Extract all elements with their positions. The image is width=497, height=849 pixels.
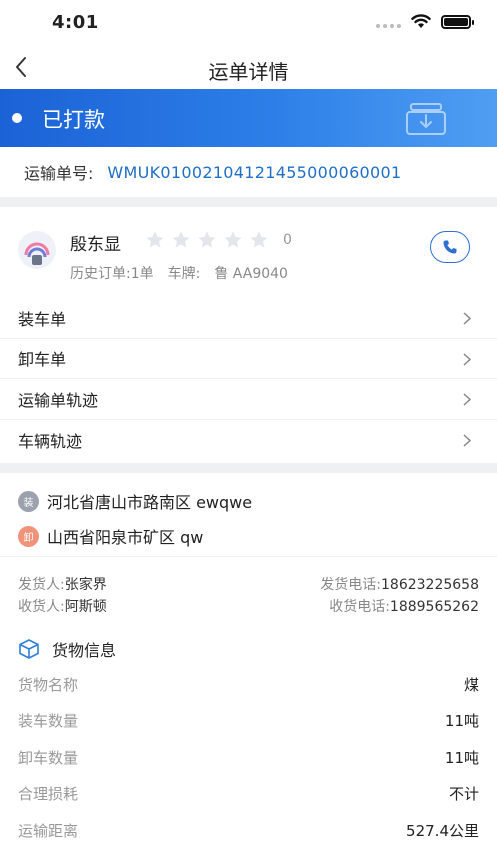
shipper-name: 张家界 — [64, 577, 107, 593]
driver-card: 殷东显 0 历史订单:1单 车牌: 鲁 AA9040 — [0, 219, 497, 289]
goods-row: 卸车数量 11吨 — [0, 739, 497, 776]
goods-key: 运输距离 — [18, 821, 79, 840]
star-icon — [146, 231, 164, 248]
goods-key: 货物名称 — [18, 675, 79, 694]
driver-name: 殷东显 — [70, 235, 121, 255]
load-address-text: 河北省唐山市路南区 ewqwe — [47, 493, 253, 512]
status-text: 已打款 — [42, 108, 105, 132]
waybill-label: 运输单号: — [24, 164, 94, 183]
goods-value: 11吨 — [444, 748, 479, 767]
goods-row: 合理损耗 不计 — [0, 776, 497, 813]
link-loading-sheet[interactable]: 装车单 — [0, 298, 497, 339]
history-orders: 历史订单:1单 — [70, 266, 154, 282]
shipper-phone: 18623225658 — [381, 577, 479, 593]
chevron-right-icon — [463, 433, 471, 447]
chevron-right-icon — [463, 352, 471, 366]
star-icon — [172, 231, 190, 248]
link-vehicle-track[interactable]: 车辆轨迹 — [0, 420, 497, 461]
rating-stars — [145, 230, 269, 250]
goods-row: 货物名称 煤 — [0, 666, 497, 703]
plate-number: 鲁 AA9040 — [214, 266, 288, 282]
unload-address: 卸 山西省阳泉市矿区 qw — [0, 517, 497, 555]
battery-icon — [441, 14, 474, 29]
receiver-row: 收货人:阿斯顿 收货电话:1889565262 — [18, 596, 479, 616]
star-icon — [250, 231, 268, 248]
shipper-phone-info[interactable]: 发货电话:18623225658 — [320, 574, 479, 594]
wifi-icon — [411, 14, 431, 28]
section-divider — [0, 197, 497, 207]
status-icons — [376, 14, 474, 29]
goods-row: 运输距离 527.4公里 — [0, 812, 497, 849]
load-address: 装 河北省唐山市路南区 ewqwe — [0, 482, 497, 520]
receiver-phone: 1889565262 — [389, 599, 479, 615]
nav-bar: 运单详情 — [0, 44, 497, 90]
signal-icon — [376, 16, 401, 28]
divider — [0, 556, 497, 557]
plate-label: 车牌: — [167, 266, 201, 282]
receiver-phone-label: 收货电话: — [329, 599, 390, 615]
link-unloading-sheet[interactable]: 卸车单 — [0, 339, 497, 379]
load-badge: 装 — [18, 490, 39, 512]
chevron-right-icon — [463, 393, 471, 406]
goods-list: 货物名称 煤 装车数量 11吨 卸车数量 11吨 合理损耗 不计 运输距离 52… — [0, 666, 497, 849]
goods-value: 527.4公里 — [406, 821, 479, 840]
goods-key: 合理损耗 — [18, 785, 79, 804]
goods-value: 煤 — [463, 675, 479, 694]
shipper-label: 发货人: — [18, 577, 65, 593]
waybill-row: 运输单号: WMUK01002104121455000060001 — [0, 147, 497, 197]
shipper-row: 发货人:张家界 发货电话:18623225658 — [18, 574, 479, 594]
call-button[interactable] — [430, 231, 470, 263]
receiver-phone-info[interactable]: 收货电话:1889565262 — [329, 596, 479, 616]
waybill-number: WMUK01002104121455000060001 — [107, 162, 402, 182]
unload-badge: 卸 — [18, 525, 39, 547]
receiver-name: 阿斯顿 — [64, 599, 107, 615]
shipper-phone-label: 发货电话: — [320, 577, 382, 593]
chevron-right-icon — [463, 312, 471, 325]
star-icon — [198, 231, 216, 248]
status-time: 4:01 — [52, 12, 99, 33]
status-dot-icon — [12, 113, 22, 123]
shipper-info: 发货人:张家界 — [18, 574, 107, 594]
document-links: 装车单 卸车单 运输单轨迹 车辆轨迹 — [0, 298, 497, 460]
unload-address-text: 山西省阳泉市矿区 qw — [47, 528, 204, 547]
link-waybill-track[interactable]: 运输单轨迹 — [0, 379, 497, 420]
goods-header: 货物信息 — [18, 636, 116, 662]
star-icon — [224, 231, 242, 248]
status-bar: 4:01 — [0, 0, 497, 44]
avatar — [18, 231, 56, 269]
section-divider — [0, 463, 497, 473]
box-icon — [19, 639, 39, 659]
goods-key: 装车数量 — [18, 712, 79, 731]
goods-title: 货物信息 — [52, 641, 117, 660]
link-label: 装车单 — [18, 309, 67, 329]
goods-key: 卸车数量 — [18, 748, 79, 767]
page-title: 运单详情 — [208, 60, 289, 84]
status-banner: 已打款 — [0, 89, 497, 147]
receiver-label: 收货人: — [18, 599, 65, 615]
goods-value: 不计 — [448, 785, 479, 804]
goods-value: 11吨 — [444, 712, 479, 731]
phone-icon — [443, 240, 457, 254]
link-label: 卸车单 — [18, 350, 67, 370]
receiver-info: 收货人:阿斯顿 — [18, 596, 107, 616]
link-label: 车辆轨迹 — [18, 431, 83, 451]
driver-meta: 历史订单:1单 车牌: 鲁 AA9040 — [70, 263, 288, 283]
link-label: 运输单轨迹 — [18, 390, 99, 410]
rating-value: 0 — [283, 232, 292, 248]
goods-row: 装车数量 11吨 — [0, 703, 497, 740]
payment-download-icon — [406, 103, 446, 135]
